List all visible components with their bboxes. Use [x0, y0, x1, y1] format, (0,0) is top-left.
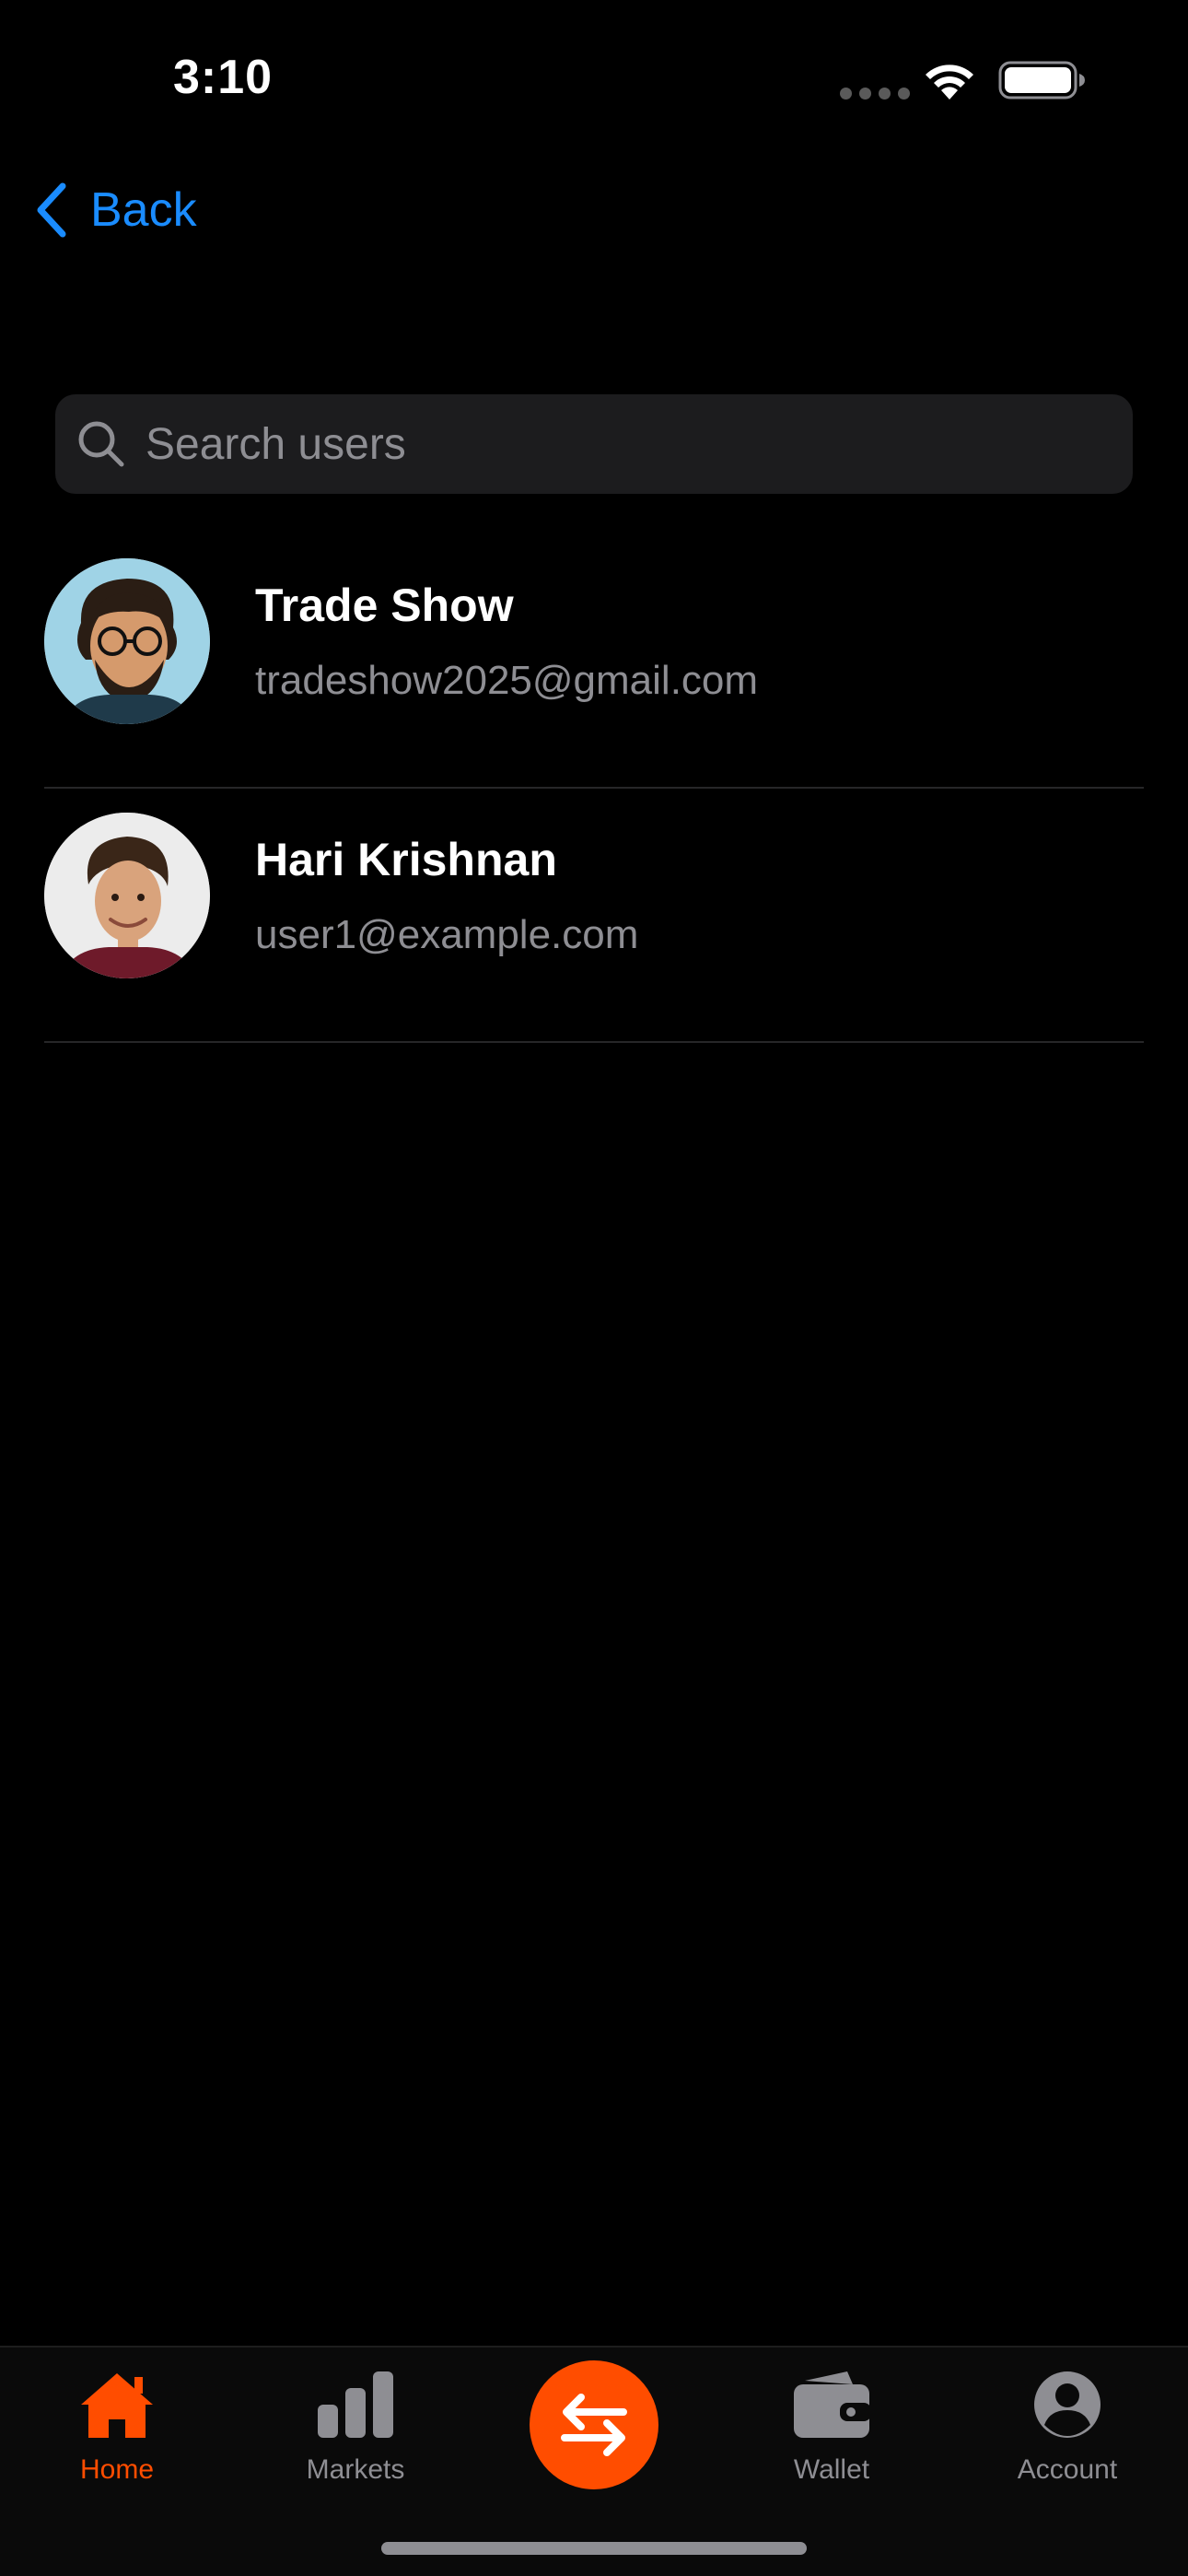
- avatar: [44, 558, 210, 724]
- tab-label: Home: [79, 2454, 155, 2485]
- user-list: Trade Show tradeshow2025@gmail.com Hari …: [44, 534, 1144, 1043]
- chevron-left-icon: [37, 182, 66, 238]
- swap-button[interactable]: [530, 2360, 658, 2489]
- battery-icon: [998, 61, 1085, 100]
- back-button[interactable]: Back: [33, 177, 197, 243]
- back-label: Back: [90, 183, 197, 237]
- avatar: [44, 813, 210, 978]
- tab-home[interactable]: Home: [25, 2368, 209, 2524]
- search-bar[interactable]: [55, 394, 1133, 494]
- user-row[interactable]: Trade Show tradeshow2025@gmail.com: [44, 534, 1144, 789]
- wallet-icon: [794, 2371, 871, 2438]
- tab-label: Account: [1017, 2454, 1118, 2485]
- tab-account[interactable]: Account: [975, 2368, 1159, 2524]
- user-row[interactable]: Hari Krishnan user1@example.com: [44, 789, 1144, 1043]
- user-email: tradeshow2025@gmail.com: [255, 658, 759, 703]
- wifi-icon: [926, 64, 973, 100]
- search-input[interactable]: [144, 417, 1105, 471]
- search-icon: [78, 421, 124, 467]
- person-circle-icon: [1034, 2371, 1101, 2438]
- status-time: 3:10: [173, 51, 274, 104]
- tab-label: Wallet: [793, 2454, 870, 2485]
- user-name: Trade Show: [255, 580, 514, 631]
- user-name: Hari Krishnan: [255, 834, 557, 885]
- home-indicator: [381, 2542, 807, 2555]
- tab-markets[interactable]: Markets: [263, 2368, 448, 2524]
- home-icon: [81, 2373, 153, 2438]
- swap-arrows-icon: [561, 2394, 627, 2456]
- status-bar: 3:10: [0, 0, 1188, 161]
- tab-label: Markets: [306, 2454, 405, 2485]
- tab-wallet[interactable]: Wallet: [740, 2368, 924, 2524]
- signal-dots-icon: [840, 88, 910, 100]
- bar-chart-icon: [318, 2371, 393, 2438]
- user-email: user1@example.com: [255, 912, 639, 957]
